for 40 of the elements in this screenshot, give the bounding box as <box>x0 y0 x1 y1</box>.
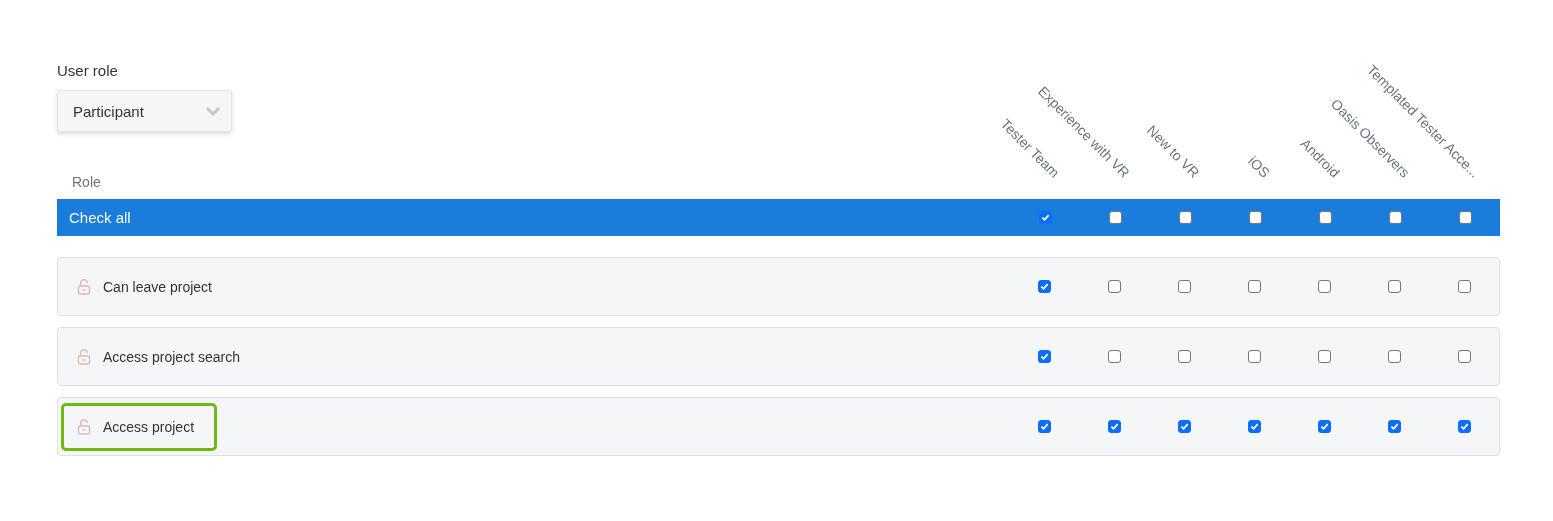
checkbox[interactable] <box>1247 420 1261 433</box>
checkbox[interactable] <box>1457 350 1471 363</box>
checkbox[interactable] <box>1317 350 1331 363</box>
checkbox[interactable] <box>1107 420 1121 433</box>
unlocked-padlock-icon <box>77 418 91 435</box>
permission-label: Access project search <box>103 348 240 365</box>
permission-label: Can leave project <box>103 278 212 295</box>
field-label: User role <box>57 62 118 79</box>
checkbox[interactable] <box>1037 280 1051 293</box>
checkbox[interactable] <box>1247 280 1261 293</box>
role-dropdown[interactable]: Participant <box>57 90 232 132</box>
chevron-down-icon <box>205 106 221 116</box>
checkbox[interactable] <box>1387 420 1401 433</box>
checkbox[interactable] <box>1177 350 1191 363</box>
checkbox[interactable] <box>1458 211 1472 224</box>
checkbox[interactable] <box>1457 280 1471 293</box>
check-all-label: Check all <box>68 209 132 226</box>
checkbox[interactable] <box>1177 280 1191 293</box>
checkbox[interactable] <box>1248 211 1262 224</box>
checkbox[interactable] <box>1108 211 1122 224</box>
checkbox[interactable] <box>1107 350 1121 363</box>
checkbox[interactable] <box>1247 350 1261 363</box>
unlocked-padlock-icon <box>77 348 91 365</box>
permission-label: Access project <box>103 418 195 435</box>
column-header: Role <box>72 174 101 190</box>
checkbox[interactable] <box>1038 211 1052 224</box>
checkbox[interactable] <box>1387 280 1401 293</box>
checkbox[interactable] <box>1457 420 1471 433</box>
checkbox[interactable] <box>1387 350 1401 363</box>
checkbox[interactable] <box>1318 211 1332 224</box>
checkbox[interactable] <box>1037 350 1051 363</box>
unlocked-padlock-icon <box>77 278 91 295</box>
checkbox[interactable] <box>1037 420 1051 433</box>
checkbox[interactable] <box>1107 280 1121 293</box>
checkbox[interactable] <box>1178 211 1192 224</box>
column-header: iOS <box>1244 152 1273 181</box>
checkbox[interactable] <box>1388 211 1402 224</box>
checkbox[interactable] <box>1317 280 1331 293</box>
checkbox[interactable] <box>1317 420 1331 433</box>
checkbox[interactable] <box>1177 420 1191 433</box>
